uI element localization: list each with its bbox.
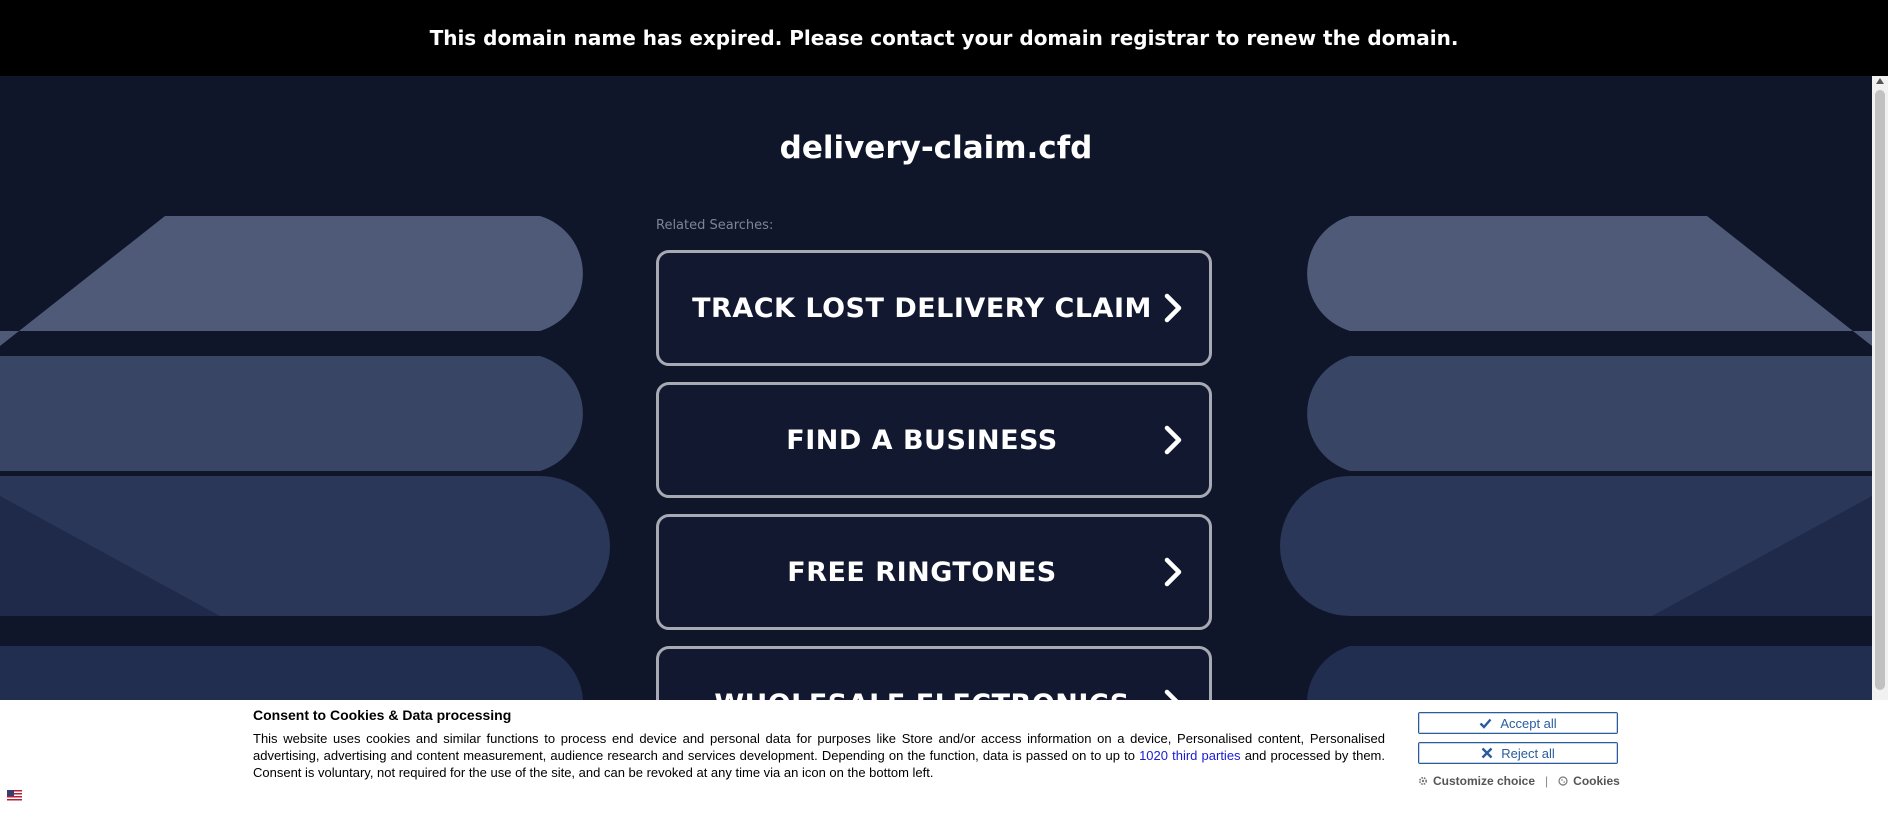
customize-choice-link[interactable]: Customize choice xyxy=(1418,774,1535,788)
third-parties-link[interactable]: 1020 third parties xyxy=(1139,748,1241,763)
related-search-button-1[interactable]: TRACK LOST DELIVERY CLAIM xyxy=(656,250,1212,366)
related-search-label: TRACK LOST DELIVERY CLAIM xyxy=(692,292,1152,324)
consent-title: Consent to Cookies & Data processing xyxy=(253,707,512,723)
cookie-icon xyxy=(1558,776,1568,786)
cookies-link[interactable]: Cookies xyxy=(1558,774,1620,788)
scrollbar-thumb[interactable] xyxy=(1875,90,1885,690)
link-separator: | xyxy=(1545,774,1549,788)
related-search-label: FREE RINGTONES xyxy=(787,556,1057,588)
cookie-consent-panel: Consent to Cookies & Data processing Thi… xyxy=(0,700,1888,818)
page-scrollbar[interactable] xyxy=(1872,76,1888,700)
expired-banner-text: This domain name has expired. Please con… xyxy=(429,26,1459,50)
related-search-label: FIND A BUSINESS xyxy=(786,424,1058,456)
language-flag-icon[interactable] xyxy=(7,790,22,801)
related-search-button-3[interactable]: FREE RINGTONES xyxy=(656,514,1212,630)
consent-text: This website uses cookies and similar fu… xyxy=(253,731,1385,780)
domain-name: delivery-claim.cfd xyxy=(779,130,1093,166)
expired-banner: This domain name has expired. Please con… xyxy=(0,0,1888,76)
gear-icon xyxy=(1418,776,1428,786)
consent-links: Customize choice | Cookies xyxy=(1418,774,1620,788)
close-icon xyxy=(1481,747,1493,759)
accept-all-button[interactable]: Accept all xyxy=(1418,712,1618,734)
reject-all-button[interactable]: Reject all xyxy=(1418,742,1618,764)
related-search-button-2[interactable]: FIND A BUSINESS xyxy=(656,382,1212,498)
checkmark-icon xyxy=(1479,718,1492,729)
related-searches-label: Related Searches: xyxy=(656,218,774,233)
chevron-right-icon xyxy=(1164,557,1182,587)
scroll-up-arrow-icon[interactable] xyxy=(1876,78,1884,84)
chevron-right-icon xyxy=(1164,293,1182,323)
chevron-right-icon xyxy=(1164,425,1182,455)
